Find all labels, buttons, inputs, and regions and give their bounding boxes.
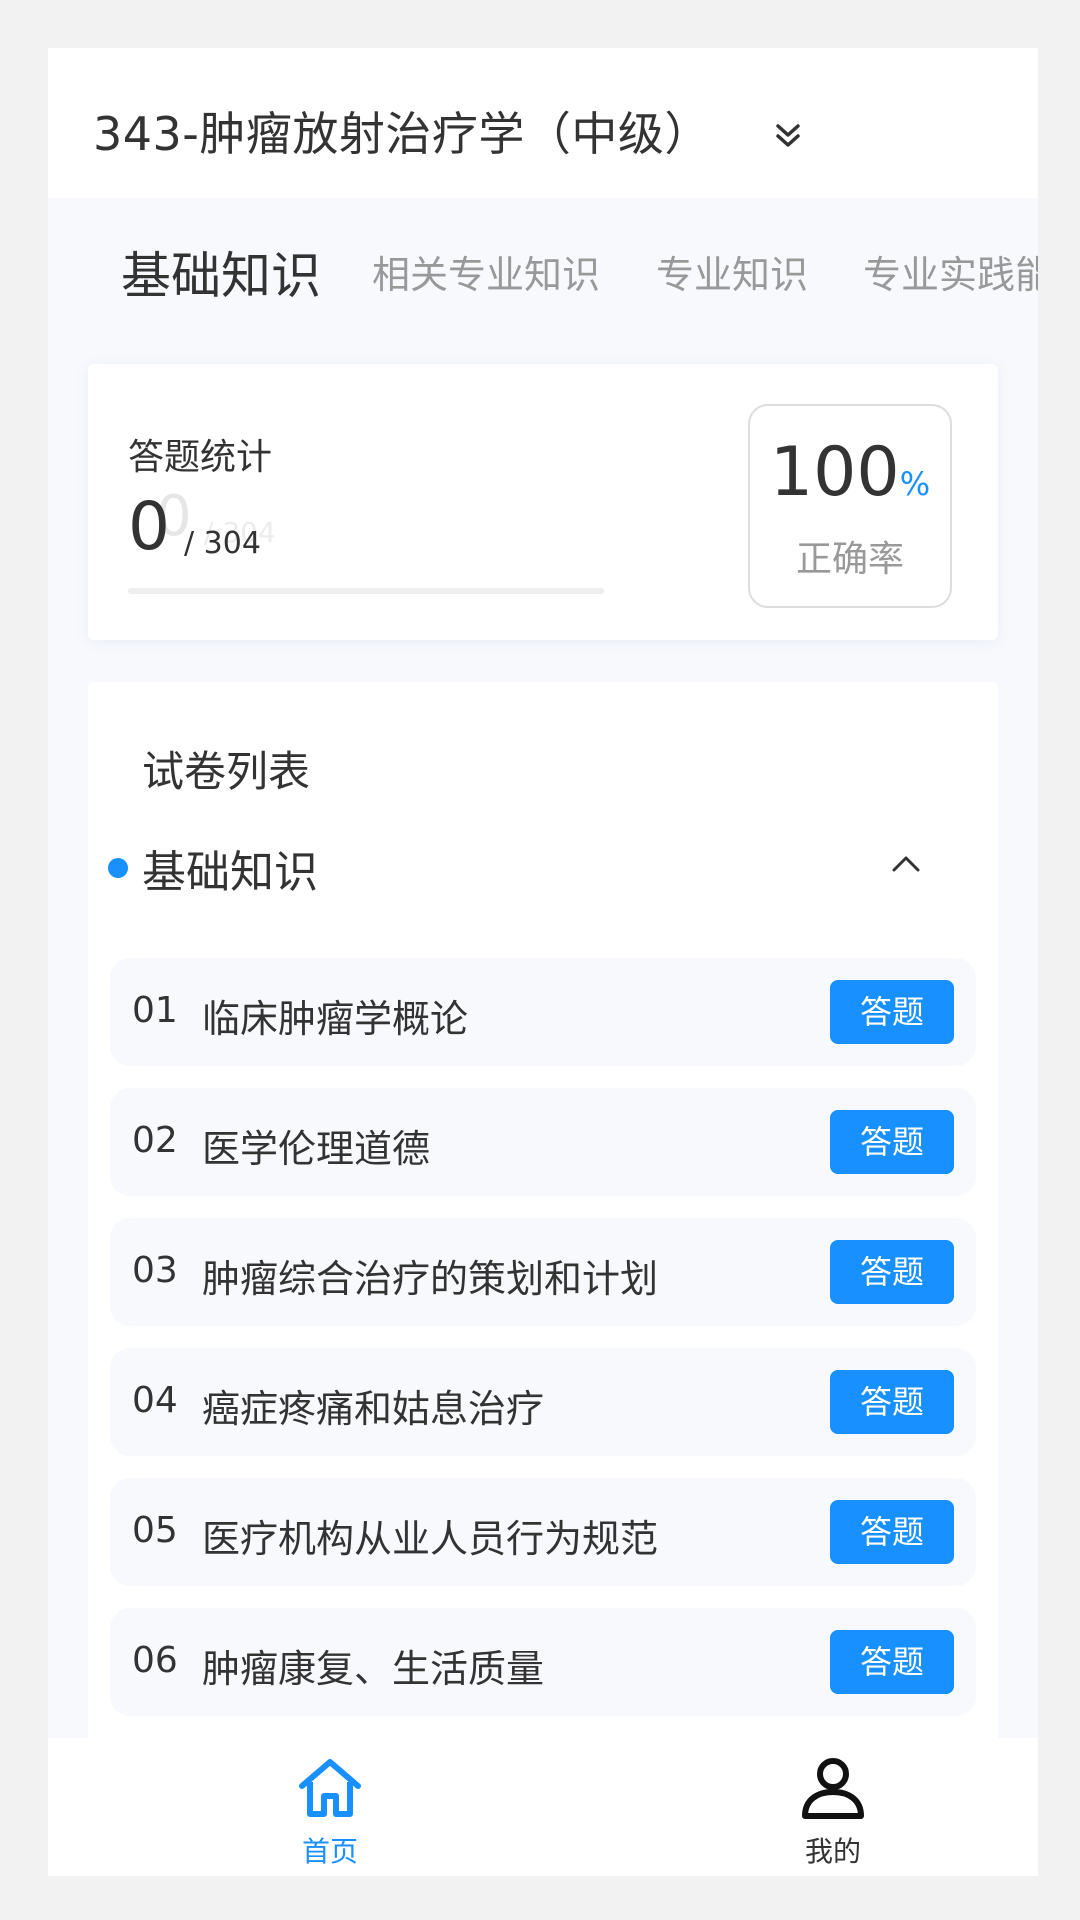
home-icon — [299, 1759, 361, 1817]
chevron-up-icon[interactable] — [886, 848, 926, 878]
paper-name: 癌症疼痛和姑息治疗 — [202, 1387, 545, 1431]
subject-title[interactable]: 343-肿瘤放射治疗学（中级） — [93, 98, 711, 164]
paper-list-card: 试卷列表 基础知识 01 临床肿瘤学概论 答题 02 医学伦理道德 答题 03 … — [88, 682, 998, 1876]
paper-number: 04 — [132, 1380, 178, 1421]
paper-item[interactable]: 03 肿瘤综合治疗的策划和计划 答题 — [110, 1218, 976, 1326]
stats-title: 答题统计 — [128, 437, 273, 478]
paper-number: 02 — [132, 1120, 178, 1161]
paper-name: 临床肿瘤学概论 — [202, 997, 469, 1041]
header: 343-肿瘤放射治疗学（中级） — [48, 48, 1038, 198]
category-tabs: 基础知识 相关专业知识 专业知识 专业实践能 — [48, 244, 1038, 334]
nav-home-label: 首页 — [301, 1835, 358, 1868]
nav-home[interactable]: 首页 — [230, 1738, 430, 1876]
app-frame: 343-肿瘤放射治疗学（中级） 基础知识 相关专业知识 专业知识 专业实践能 答… — [48, 48, 1038, 1876]
answer-button[interactable]: 答题 — [830, 1370, 954, 1434]
nav-mine[interactable]: 我的 — [733, 1738, 933, 1876]
paper-item[interactable]: 02 医学伦理道德 答题 — [110, 1088, 976, 1196]
tab-basic-knowledge[interactable]: 基础知识 — [121, 244, 321, 308]
paper-name: 医疗机构从业人员行为规范 — [202, 1517, 659, 1561]
nav-mine-label: 我的 — [804, 1835, 861, 1868]
section-label: 基础知识 — [142, 847, 318, 898]
user-icon — [802, 1758, 864, 1819]
accuracy-box: 100% 正确率 — [748, 404, 952, 608]
paper-list-title: 试卷列表 — [142, 747, 311, 796]
paper-name: 肿瘤康复、生活质量 — [202, 1647, 545, 1691]
answer-button[interactable]: 答题 — [830, 980, 954, 1044]
paper-number: 01 — [132, 990, 178, 1031]
bottom-nav: 首页 我的 — [48, 1738, 1038, 1876]
tab-professional-practice[interactable]: 专业实践能 — [863, 244, 1038, 299]
total-count: / 304 — [184, 526, 261, 561]
paper-number: 06 — [132, 1640, 178, 1681]
paper-name: 肿瘤综合治疗的策划和计划 — [202, 1257, 659, 1301]
answer-button[interactable]: 答题 — [830, 1110, 954, 1174]
accuracy-unit: % — [899, 465, 931, 503]
answered-count: 0 — [128, 488, 170, 565]
paper-item[interactable]: 06 肿瘤康复、生活质量 答题 — [110, 1608, 976, 1716]
paper-number: 05 — [132, 1510, 178, 1551]
paper-number: 03 — [132, 1250, 178, 1291]
accuracy-label: 正确率 — [795, 539, 904, 580]
tab-related-knowledge[interactable]: 相关专业知识 — [372, 244, 600, 299]
section-header-basic[interactable]: 基础知识 — [108, 836, 978, 906]
paper-item[interactable]: 05 医疗机构从业人员行为规范 答题 — [110, 1478, 976, 1586]
tab-professional-knowledge[interactable]: 专业知识 — [656, 244, 808, 299]
accuracy-value: 100% — [750, 433, 950, 512]
answer-button[interactable]: 答题 — [830, 1630, 954, 1694]
paper-item[interactable]: 01 临床肿瘤学概论 答题 — [110, 958, 976, 1066]
accuracy-number: 100 — [769, 433, 900, 512]
double-chevron-down-icon[interactable] — [770, 118, 806, 154]
progress-bar — [128, 588, 604, 594]
answer-button[interactable]: 答题 — [830, 1500, 954, 1564]
paper-name: 医学伦理道德 — [202, 1127, 431, 1171]
paper-item[interactable]: 04 癌症疼痛和姑息治疗 答题 — [110, 1348, 976, 1456]
answer-stats-card: 答题统计 0 / 304 0 / 304 100% 正确率 — [88, 364, 998, 640]
answer-button[interactable]: 答题 — [830, 1240, 954, 1304]
section-dot — [108, 858, 128, 878]
